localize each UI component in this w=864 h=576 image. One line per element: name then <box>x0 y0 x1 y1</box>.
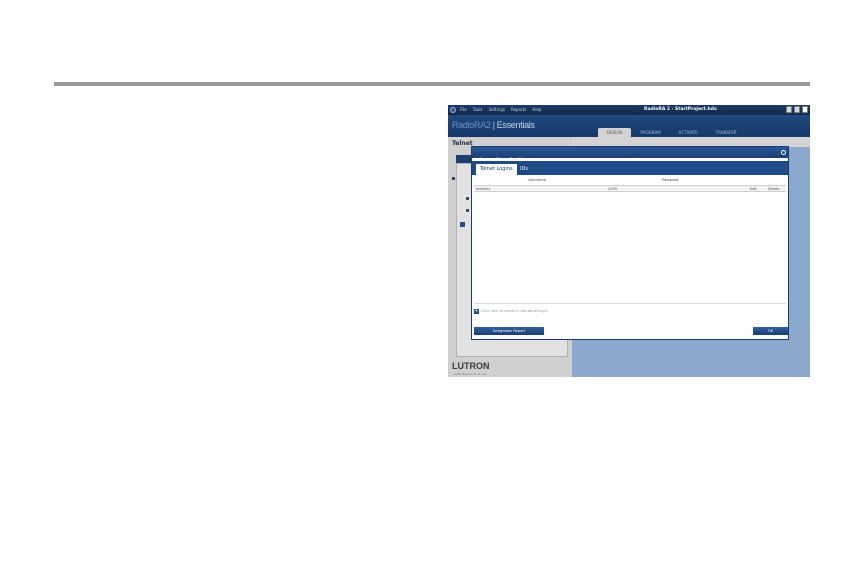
menu-item-settings[interactable]: Settings <box>489 106 505 114</box>
plus-icon[interactable]: + <box>474 309 479 314</box>
tab-telnet-logins[interactable]: Telnet Logins <box>476 164 517 175</box>
telnet-logins-list <box>474 192 786 304</box>
tree-bullet-icon <box>452 177 455 180</box>
main-tabs: DESIGN PROGRAM ACTIVATE TRANSFER <box>598 128 746 137</box>
brand-version: 2 <box>485 120 491 130</box>
close-window-button[interactable] <box>802 106 808 113</box>
column-username: Username <box>528 178 546 182</box>
tab-program[interactable]: PROGRAM <box>631 128 669 137</box>
lutron-logo: LUTRON <box>452 361 490 371</box>
left-panel-heading: Telnet <box>452 140 473 147</box>
tree-bullet-icon <box>466 197 469 200</box>
brand-separator: | <box>492 120 495 130</box>
tab-activate[interactable]: ACTIVATE <box>670 128 707 137</box>
add-item-icon[interactable] <box>460 222 465 227</box>
menu-item-reports[interactable]: Reports <box>511 106 526 114</box>
tab-transfer[interactable]: TRANSFER <box>707 128 746 137</box>
window-title: RadioRA 2 - StartProject.hdx <box>644 107 717 112</box>
window-controls <box>786 106 808 113</box>
app-menu-icon[interactable] <box>450 107 456 113</box>
integration-report-button[interactable]: Integration Report <box>474 327 544 335</box>
app-header: RadioRA2 | Essentials DESIGN PROGRAM ACTIV… <box>448 115 810 137</box>
menu-item-file[interactable]: File <box>460 106 467 114</box>
brand-edition: Essentials <box>496 120 535 130</box>
tab-design[interactable]: DESIGN <box>598 128 632 137</box>
menu-item-tools[interactable]: Tools <box>473 106 483 114</box>
tree-bullet-icon <box>466 209 469 212</box>
software-screenshot: File Tools Settings Reports Help RadioRA… <box>448 105 810 377</box>
dialog-titlebar: Integration Settings <box>472 147 788 164</box>
add-telnet-login-link[interactable]: Click here to create a new telnet login <box>481 309 548 314</box>
column-password: Password <box>662 178 679 182</box>
page-divider-rule <box>54 82 810 86</box>
table-header: Number LEVR Edit Delete <box>474 185 786 192</box>
dialog-close-icon[interactable] <box>781 150 786 155</box>
lutron-subtext: Lutron Electronics Co., Inc. <box>454 373 488 376</box>
integration-settings-dialog: Integration Settings Telnet Logins IDs U… <box>471 146 789 340</box>
menu-item-help[interactable]: Help <box>532 106 541 114</box>
tab-ids[interactable]: IDs <box>516 164 532 175</box>
brand-logo: RadioRA2 | Essentials <box>452 120 535 130</box>
maximize-button[interactable] <box>794 106 800 113</box>
dialog-tabs: Telnet Logins IDs <box>472 161 788 175</box>
brand-name: RadioRA <box>452 120 486 130</box>
menu-bar: File Tools Settings Reports Help <box>460 106 541 114</box>
ok-button[interactable]: OK <box>753 327 788 335</box>
minimize-button[interactable] <box>786 106 792 113</box>
window-titlebar: File Tools Settings Reports Help RadioRA… <box>448 105 810 115</box>
credential-columns: Username Password <box>472 176 788 184</box>
